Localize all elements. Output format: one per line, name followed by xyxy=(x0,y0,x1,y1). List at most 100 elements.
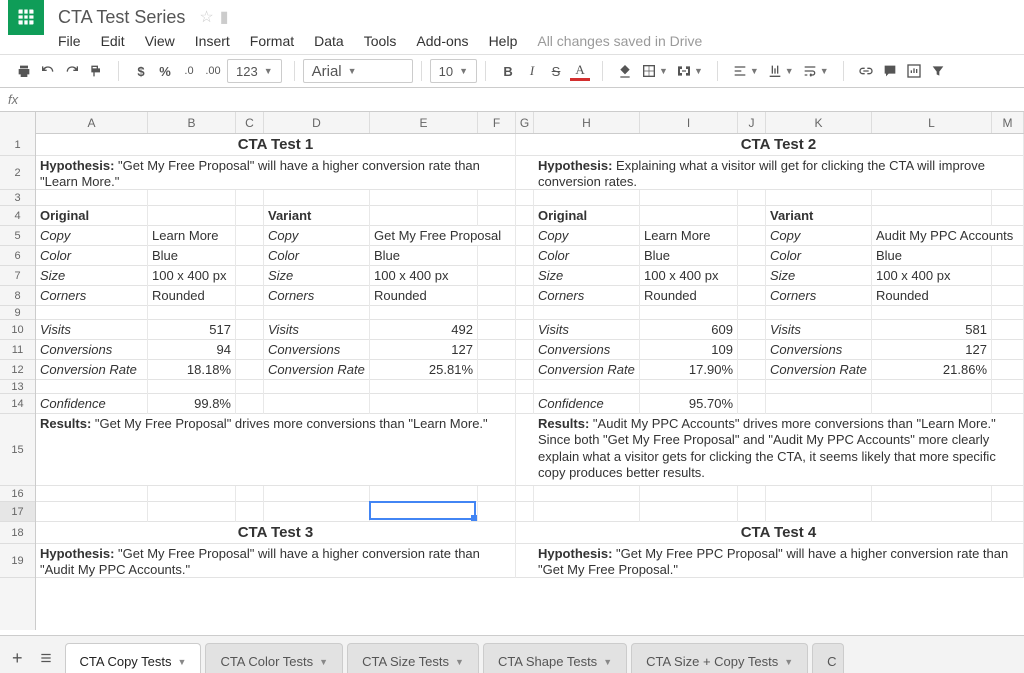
cell-J10[interactable] xyxy=(738,320,766,340)
cell-G9[interactable] xyxy=(516,306,534,320)
text-color-button[interactable]: A xyxy=(570,61,590,81)
cell-K10[interactable]: Visits xyxy=(766,320,872,340)
menu-data[interactable]: Data xyxy=(314,33,344,49)
cell-G17[interactable] xyxy=(516,502,534,522)
cell-K14[interactable] xyxy=(766,394,872,414)
cell-J16[interactable] xyxy=(738,486,766,502)
cell-G18[interactable] xyxy=(516,522,534,544)
cell-L9[interactable] xyxy=(872,306,992,320)
doc-title[interactable]: CTA Test Series xyxy=(58,7,185,28)
insert-link-icon[interactable] xyxy=(856,59,876,83)
sheet-tab-shape[interactable]: CTA Shape Tests▼ xyxy=(483,643,627,673)
cell-E13[interactable] xyxy=(370,380,478,394)
cell-F16[interactable] xyxy=(478,486,516,502)
row-header-4[interactable]: 4 xyxy=(0,206,35,226)
cell-J17[interactable] xyxy=(738,502,766,522)
cell-H17[interactable] xyxy=(534,502,640,522)
cell-D9[interactable] xyxy=(264,306,370,320)
cell-F13[interactable] xyxy=(478,380,516,394)
cell-G7[interactable] xyxy=(516,266,534,286)
cell-D6[interactable]: Color xyxy=(264,246,370,266)
cell-D3[interactable] xyxy=(264,190,370,206)
cell-L17[interactable] xyxy=(872,502,992,522)
cell-B11[interactable]: 94 xyxy=(148,340,236,360)
col-header-L[interactable]: L xyxy=(872,112,992,133)
cell-A9[interactable] xyxy=(36,306,148,320)
cell-J3[interactable] xyxy=(738,190,766,206)
cell-A8[interactable]: Corners xyxy=(36,286,148,306)
cell-K3[interactable] xyxy=(766,190,872,206)
cell-C17[interactable] xyxy=(236,502,264,522)
cell-D13[interactable] xyxy=(264,380,370,394)
cell-B9[interactable] xyxy=(148,306,236,320)
row-header-5[interactable]: 5 xyxy=(0,226,35,246)
wrap-text-icon[interactable]: ▼ xyxy=(800,59,831,83)
col-header-J[interactable]: J xyxy=(738,112,766,133)
cell-H14[interactable]: Confidence xyxy=(534,394,640,414)
cell-E9[interactable] xyxy=(370,306,478,320)
menu-tools[interactable]: Tools xyxy=(364,33,397,49)
cell-H11[interactable]: Conversions xyxy=(534,340,640,360)
cell-G5[interactable] xyxy=(516,226,534,246)
cell-H8[interactable]: Corners xyxy=(534,286,640,306)
cell-K5[interactable]: Copy xyxy=(766,226,872,246)
cell-G16[interactable] xyxy=(516,486,534,502)
cell-G1[interactable] xyxy=(516,134,534,156)
cell-I3[interactable] xyxy=(640,190,738,206)
cell-I11[interactable]: 109 xyxy=(640,340,738,360)
cell-H12[interactable]: Conversion Rate xyxy=(534,360,640,380)
cell-M7[interactable] xyxy=(992,266,1024,286)
cell-I4[interactable] xyxy=(640,206,738,226)
cell-K13[interactable] xyxy=(766,380,872,394)
cell-M16[interactable] xyxy=(992,486,1024,502)
cell-I12[interactable]: 17.90% xyxy=(640,360,738,380)
row-header-18[interactable]: 18 xyxy=(0,522,35,544)
col-header-K[interactable]: K xyxy=(766,112,872,133)
cell-A14[interactable]: Confidence xyxy=(36,394,148,414)
cell-B7[interactable]: 100 x 400 px xyxy=(148,266,236,286)
cell-L8[interactable]: Rounded xyxy=(872,286,992,306)
cell-E6[interactable]: Blue xyxy=(370,246,478,266)
more-formats[interactable]: 123▼ xyxy=(227,59,282,83)
cell-F11[interactable] xyxy=(478,340,516,360)
cell-L16[interactable] xyxy=(872,486,992,502)
cell-A18[interactable]: CTA Test 3 xyxy=(36,522,516,544)
cell-F9[interactable] xyxy=(478,306,516,320)
cell-G12[interactable] xyxy=(516,360,534,380)
row-header-9[interactable]: 9 xyxy=(0,306,35,320)
cell-A5[interactable]: Copy xyxy=(36,226,148,246)
menu-edit[interactable]: Edit xyxy=(101,33,125,49)
col-header-H[interactable]: H xyxy=(534,112,640,133)
cell-H1[interactable]: CTA Test 2 xyxy=(534,134,1024,156)
cell-I17[interactable] xyxy=(640,502,738,522)
all-sheets-button[interactable] xyxy=(33,643,59,673)
cell-E4[interactable] xyxy=(370,206,478,226)
cell-E16[interactable] xyxy=(370,486,478,502)
cell-C6[interactable] xyxy=(236,246,264,266)
cell-C5[interactable] xyxy=(236,226,264,246)
menu-file[interactable]: File xyxy=(58,33,81,49)
cell-A1[interactable]: CTA Test 1 xyxy=(36,134,516,156)
cell-A11[interactable]: Conversions xyxy=(36,340,148,360)
cell-L14[interactable] xyxy=(872,394,992,414)
cell-A7[interactable]: Size xyxy=(36,266,148,286)
cell-C11[interactable] xyxy=(236,340,264,360)
paint-format-icon[interactable] xyxy=(86,59,106,83)
cell-I10[interactable]: 609 xyxy=(640,320,738,340)
cell-F4[interactable] xyxy=(478,206,516,226)
cell-A13[interactable] xyxy=(36,380,148,394)
font-size-select[interactable]: 10▼ xyxy=(430,59,477,83)
cell-A4[interactable]: Original xyxy=(36,206,148,226)
cell-L11[interactable]: 127 xyxy=(872,340,992,360)
cell-C7[interactable] xyxy=(236,266,264,286)
cell-H9[interactable] xyxy=(534,306,640,320)
cell-I13[interactable] xyxy=(640,380,738,394)
redo-icon[interactable] xyxy=(62,59,82,83)
cell-B8[interactable]: Rounded xyxy=(148,286,236,306)
cell-B6[interactable]: Blue xyxy=(148,246,236,266)
cell-A12[interactable]: Conversion Rate xyxy=(36,360,148,380)
cell-B10[interactable]: 517 xyxy=(148,320,236,340)
sheet-tab-size-copy[interactable]: CTA Size + Copy Tests▼ xyxy=(631,643,808,673)
cell-K6[interactable]: Color xyxy=(766,246,872,266)
cell-H3[interactable] xyxy=(534,190,640,206)
